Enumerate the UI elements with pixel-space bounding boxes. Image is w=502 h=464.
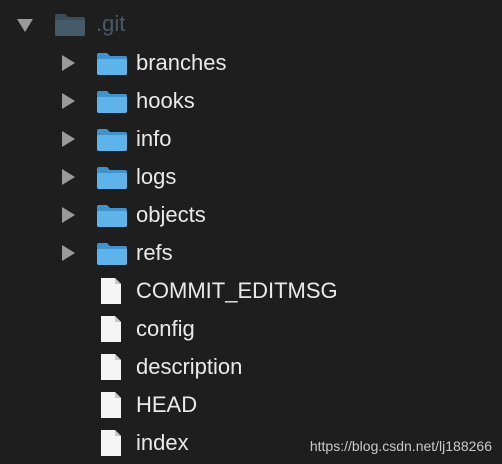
disclosure-right-icon[interactable] xyxy=(62,169,75,185)
document-icon xyxy=(101,392,121,418)
document-icon xyxy=(101,316,121,342)
tree-item-label: hooks xyxy=(136,88,195,113)
tree-row-folder[interactable]: branches xyxy=(0,44,502,82)
tree-row-folder[interactable]: hooks xyxy=(0,82,502,120)
disclosure-right-icon[interactable] xyxy=(62,55,75,71)
tree-item-label: refs xyxy=(136,240,173,265)
tree-row-root[interactable]: .git xyxy=(0,6,502,44)
tree-row-file[interactable]: HEAD xyxy=(0,386,502,424)
file-tree: .git branches hooks info logs objects re… xyxy=(0,0,502,464)
disclosure-right-icon[interactable] xyxy=(62,131,75,147)
document-icon xyxy=(101,354,121,380)
tree-item-label: config xyxy=(136,316,195,341)
disclosure-right-icon[interactable] xyxy=(62,93,75,109)
tree-row-folder[interactable]: logs xyxy=(0,158,502,196)
tree-item-label: description xyxy=(136,354,243,379)
tree-row-file[interactable]: description xyxy=(0,348,502,386)
folder-icon xyxy=(97,243,127,265)
folder-icon xyxy=(97,53,127,75)
folder-icon xyxy=(55,14,85,36)
tree-item-label: .git xyxy=(96,11,126,36)
tree-row-folder[interactable]: info xyxy=(0,120,502,158)
tree-item-label: index xyxy=(136,430,189,455)
disclosure-right-icon[interactable] xyxy=(62,207,75,223)
document-icon xyxy=(101,278,121,304)
watermark-text: https://blog.csdn.net/lj188266 xyxy=(309,438,492,454)
tree-row-folder[interactable]: objects xyxy=(0,196,502,234)
folder-icon xyxy=(97,205,127,227)
disclosure-right-icon[interactable] xyxy=(62,245,75,261)
tree-row-file[interactable]: COMMIT_EDITMSG xyxy=(0,272,502,310)
tree-item-label: objects xyxy=(136,202,206,227)
tree-row-folder[interactable]: refs xyxy=(0,234,502,272)
tree-item-label: info xyxy=(136,126,172,151)
tree-item-label: COMMIT_EDITMSG xyxy=(136,278,338,303)
folder-icon xyxy=(97,91,127,113)
disclosure-down-icon[interactable] xyxy=(17,19,33,32)
tree-item-label: branches xyxy=(136,50,227,75)
folder-icon xyxy=(97,167,127,189)
folder-icon xyxy=(97,129,127,151)
tree-row-file[interactable]: config xyxy=(0,310,502,348)
tree-item-label: HEAD xyxy=(136,392,198,417)
document-icon xyxy=(101,430,121,456)
tree-item-label: logs xyxy=(136,164,177,189)
